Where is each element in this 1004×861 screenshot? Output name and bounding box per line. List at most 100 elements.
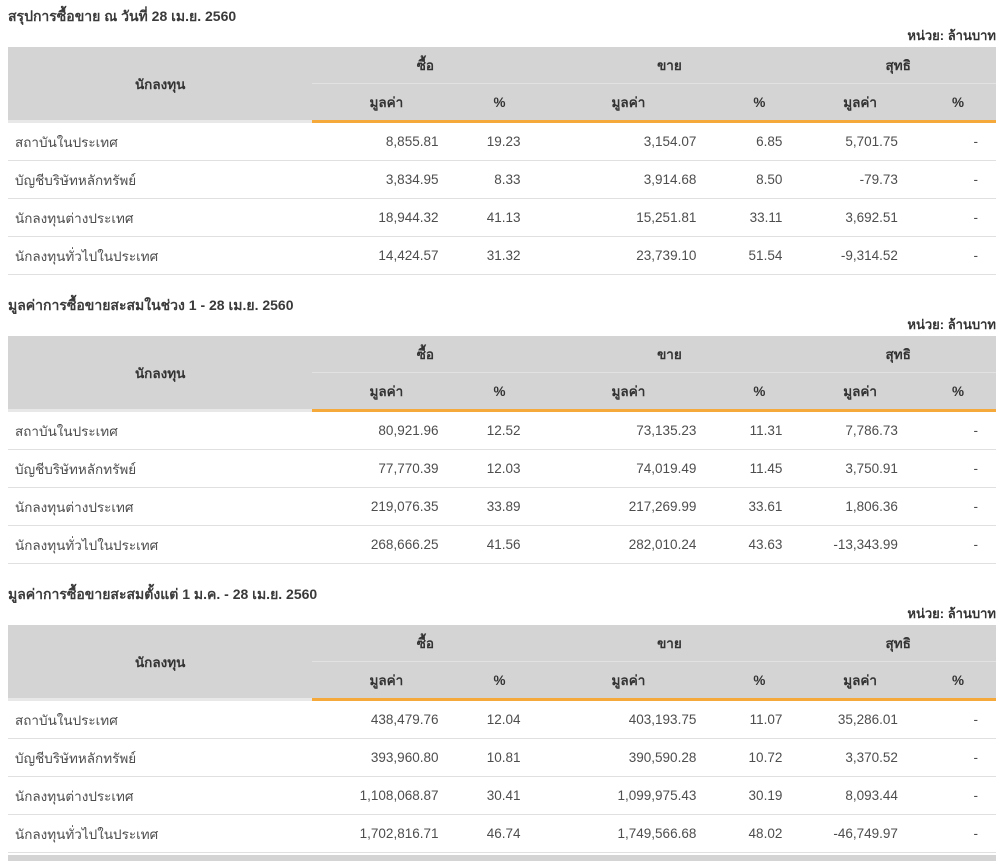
table-row: นักลงทุนต่างประเทศ 18,944.32 41.13 15,251.8… <box>8 198 996 237</box>
net-value-cell: 3,750.91 <box>800 449 920 488</box>
sell-percent-cell: 6.85 <box>718 121 801 161</box>
net-value-cell: 1,806.36 <box>800 487 920 526</box>
col-header-buy: ซื้อ <box>312 336 539 373</box>
buy-value-cell: 14,424.57 <box>312 236 461 275</box>
sell-percent-cell: 8.50 <box>718 160 801 199</box>
sell-percent-cell: 30.19 <box>718 776 801 815</box>
net-value-cell: 3,692.51 <box>800 198 920 237</box>
investor-name: สถาบันในประเทศ <box>8 410 313 450</box>
sell-value-cell: 3,154.07 <box>538 121 719 161</box>
col-header-investor: นักลงทุน <box>8 47 313 123</box>
buy-percent-cell: 30.41 <box>460 776 539 815</box>
buy-value-cell: 77,770.39 <box>312 449 461 488</box>
sell-value-cell: 1,749,566.68 <box>538 814 719 853</box>
sell-value-cell: 282,010.24 <box>538 525 719 564</box>
sell-value-cell: 74,019.49 <box>538 449 719 488</box>
table-row: สถาบันในประเทศ 80,921.96 12.52 73,135.23 11.… <box>8 410 996 450</box>
investor-name: บัญชีบริษัทหลักทรัพย์ <box>8 738 313 777</box>
buy-percent-cell: 46.74 <box>460 814 539 853</box>
buy-value-cell: 393,960.80 <box>312 738 461 777</box>
buy-value-cell: 219,076.35 <box>312 487 461 526</box>
unit-label: หน่วย: ล้านบาท <box>907 28 996 43</box>
sell-percent-cell: 11.07 <box>718 699 801 739</box>
investor-name: นักลงทุนทั่วไปในประเทศ <box>8 525 313 564</box>
table-row: บัญชีบริษัทหลักทรัพย์ 3,834.95 8.33 3,914.6… <box>8 160 996 199</box>
investor-name: นักลงทุนทั่วไปในประเทศ <box>8 236 313 275</box>
unit-label: หน่วย: ล้านบาท <box>907 606 996 621</box>
section-title-month-to-date: มูลค่าการซื้อขายสะสมในช่วง 1 - 28 เม.ย. … <box>8 297 294 313</box>
investor-name: นักลงทุนทั่วไปในประเทศ <box>8 814 313 853</box>
col-header-sell: ขาย <box>538 47 801 84</box>
buy-percent-cell: 12.03 <box>460 449 539 488</box>
col-header-investor: นักลงทุน <box>8 625 313 701</box>
investor-trading-table-month-to-date: นักลงทุน ซื้อ ขาย สุทธิ มูลค่า % มูลค่า … <box>8 336 996 564</box>
sell-value-cell: 73,135.23 <box>538 410 719 450</box>
buy-percent-cell: 12.04 <box>460 699 539 739</box>
sell-percent-cell: 11.45 <box>718 449 801 488</box>
sell-percent-cell: 11.31 <box>718 410 801 450</box>
buy-value-cell: 8,855.81 <box>312 121 461 161</box>
investor-name: นักลงทุนต่างประเทศ <box>8 198 313 237</box>
col-header-sell: ขาย <box>538 336 801 373</box>
buy-value-cell: 18,944.32 <box>312 198 461 237</box>
buy-value-cell: 1,702,816.71 <box>312 814 461 853</box>
buy-percent-cell: 41.56 <box>460 525 539 564</box>
col-header-buy-value: มูลค่า <box>312 661 461 701</box>
investor-name: บัญชีบริษัทหลักทรัพย์ <box>8 449 313 488</box>
sell-value-cell: 3,914.68 <box>538 160 719 199</box>
net-percent-cell: - <box>919 525 996 564</box>
col-header-net-value: มูลค่า <box>800 372 920 412</box>
buy-percent-cell: 31.32 <box>460 236 539 275</box>
buy-percent-cell: 10.81 <box>460 738 539 777</box>
col-header-net-percent: % <box>919 372 996 412</box>
col-header-sell-percent: % <box>718 661 801 701</box>
unit-label: หน่วย: ล้านบาท <box>907 317 996 332</box>
table-row: สถาบันในประเทศ 438,479.76 12.04 403,193.75 1… <box>8 699 996 739</box>
col-header-net-value: มูลค่า <box>800 83 920 123</box>
sell-value-cell: 217,269.99 <box>538 487 719 526</box>
buy-value-cell: 268,666.25 <box>312 525 461 564</box>
table-row: นักลงทุนทั่วไปในประเทศ 268,666.25 41.56 282… <box>8 525 996 564</box>
net-value-cell: -9,314.52 <box>800 236 920 275</box>
net-value-cell: 8,093.44 <box>800 776 920 815</box>
net-percent-cell: - <box>919 776 996 815</box>
sell-percent-cell: 33.61 <box>718 487 801 526</box>
net-percent-cell: - <box>919 160 996 199</box>
col-header-buy-percent: % <box>460 661 539 701</box>
sell-percent-cell: 10.72 <box>718 738 801 777</box>
table-row: บัญชีบริษัทหลักทรัพย์ 77,770.39 12.03 74,01… <box>8 449 996 488</box>
buy-percent-cell: 19.23 <box>460 121 539 161</box>
buy-percent-cell: 12.52 <box>460 410 539 450</box>
col-header-net-percent: % <box>919 83 996 123</box>
col-header-buy: ซื้อ <box>312 625 539 662</box>
sell-value-cell: 15,251.81 <box>538 198 719 237</box>
investor-name: สถาบันในประเทศ <box>8 699 313 739</box>
sell-percent-cell: 43.63 <box>718 525 801 564</box>
net-percent-cell: - <box>919 814 996 853</box>
net-value-cell: 5,701.75 <box>800 121 920 161</box>
col-header-buy-percent: % <box>460 372 539 412</box>
col-header-sell-percent: % <box>718 83 801 123</box>
buy-value-cell: 1,108,068.87 <box>312 776 461 815</box>
net-percent-cell: - <box>919 198 996 237</box>
table-row: สถาบันในประเทศ 8,855.81 19.23 3,154.07 6.85 5… <box>8 121 996 161</box>
col-header-buy-percent: % <box>460 83 539 123</box>
year-to-date-trading-summary-section: มูลค่าการซื้อขายสะสมตั้งแต่ 1 ม.ค. - 28 … <box>0 586 1004 853</box>
table-row: บัญชีบริษัทหลักทรัพย์ 393,960.80 10.81 390,… <box>8 738 996 777</box>
buy-percent-cell: 41.13 <box>460 198 539 237</box>
section-title-daily: สรุปการซื้อขาย ณ วันที่ 28 เม.ย. 2560 <box>8 8 237 24</box>
investor-name: นักลงทุนต่างประเทศ <box>8 776 313 815</box>
monthly-trading-summary-section: มูลค่าการซื้อขายสะสมในช่วง 1 - 28 เม.ย. … <box>0 297 1004 564</box>
investor-trading-table-year-to-date: นักลงทุน ซื้อ ขาย สุทธิ มูลค่า % มูลค่า … <box>8 625 996 853</box>
net-value-cell: 35,286.01 <box>800 699 920 739</box>
col-header-net: สุทธิ <box>800 336 996 373</box>
col-header-net-value: มูลค่า <box>800 661 920 701</box>
col-header-sell-value: มูลค่า <box>538 83 719 123</box>
col-header-sell-percent: % <box>718 372 801 412</box>
net-percent-cell: - <box>919 738 996 777</box>
net-percent-cell: - <box>919 449 996 488</box>
net-percent-cell: - <box>919 236 996 275</box>
net-value-cell: -46,749.97 <box>800 814 920 853</box>
net-percent-cell: - <box>919 699 996 739</box>
col-header-net: สุทธิ <box>800 625 996 662</box>
